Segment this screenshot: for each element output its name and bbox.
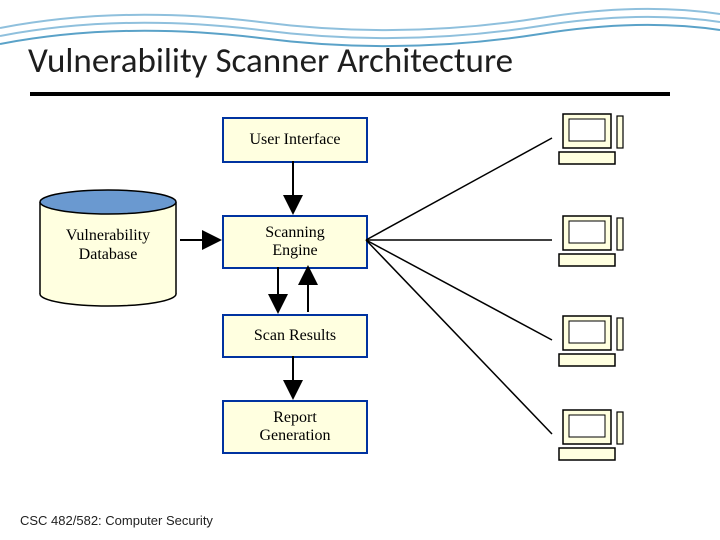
title-underline <box>30 92 670 96</box>
report-label-line1: Report <box>259 409 330 427</box>
slide-footer: CSC 482/582: Computer Security <box>20 513 213 528</box>
line-engine-to-computer-3 <box>366 240 552 340</box>
node-user-interface-label: User Interface <box>249 131 340 149</box>
node-user-interface: User Interface <box>222 117 368 163</box>
line-engine-to-computer-4 <box>366 240 552 434</box>
target-computer-4 <box>555 406 625 464</box>
scanning-label-line1: Scanning <box>265 224 325 242</box>
report-label-line2: Generation <box>259 427 330 445</box>
node-report-generation: Report Generation <box>222 400 368 454</box>
computer-icon <box>555 110 625 168</box>
target-computer-2 <box>555 212 625 270</box>
scanning-label-line2: Engine <box>265 242 325 260</box>
db-label-line2: Database <box>38 245 178 264</box>
db-label-line1: Vulnerability <box>38 226 178 245</box>
target-computer-1 <box>555 110 625 168</box>
node-vulnerability-database: Vulnerability Database <box>38 188 178 308</box>
line-engine-to-computer-1 <box>366 138 552 240</box>
computer-icon <box>555 312 625 370</box>
computer-icon <box>555 406 625 464</box>
node-scan-results: Scan Results <box>222 314 368 358</box>
computer-icon <box>555 212 625 270</box>
target-computer-3 <box>555 312 625 370</box>
node-scanning-engine: Scanning Engine <box>222 215 368 269</box>
scan-results-label: Scan Results <box>254 327 336 345</box>
slide-title: Vulnerability Scanner Architecture <box>28 40 513 82</box>
